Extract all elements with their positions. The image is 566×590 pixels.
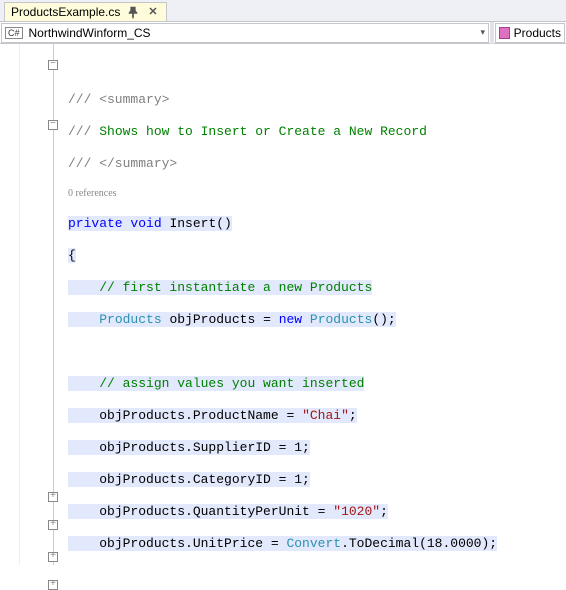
line: /// </summary> — [68, 156, 558, 172]
fold-toggle[interactable]: + — [48, 520, 58, 530]
line: objProducts.CategoryID = 1; — [68, 472, 558, 488]
line — [68, 60, 558, 76]
line — [68, 344, 558, 360]
navigation-bar: C# NorthwindWinform_CS ▾ Products — [0, 22, 566, 44]
fold-toggle[interactable]: + — [48, 580, 58, 590]
line: { — [68, 248, 558, 264]
member-text: Products — [514, 26, 561, 40]
member-dropdown[interactable]: Products — [495, 23, 565, 43]
codelens[interactable]: 0 references — [68, 188, 558, 200]
namespace-dropdown[interactable]: C# NorthwindWinform_CS ▾ — [1, 23, 489, 43]
fold-toggle[interactable]: + — [48, 552, 58, 562]
line: objProducts.UnitPrice = Convert.ToDecima… — [68, 536, 558, 552]
close-icon[interactable]: ✕ — [146, 7, 159, 18]
chevron-down-icon: ▾ — [480, 27, 485, 38]
line: objProducts.ProductName = "Chai"; — [68, 408, 558, 424]
fold-toggle[interactable]: − — [48, 60, 58, 70]
line: // assign values you want inserted — [68, 376, 558, 392]
fold-toggle[interactable]: − — [48, 120, 58, 130]
line: /// Shows how to Insert or Create a New … — [68, 124, 558, 140]
cs-badge-icon: C# — [5, 27, 23, 39]
namespace-text: NorthwindWinform_CS — [29, 26, 151, 40]
file-tab[interactable]: ProductsExample.cs ✕ — [4, 2, 167, 21]
line: objProducts.QuantityPerUnit = "1020"; — [68, 504, 558, 520]
tab-bar: ProductsExample.cs ✕ — [0, 0, 566, 22]
pin-icon[interactable] — [126, 5, 140, 19]
line: objProducts.SupplierID = 1; — [68, 440, 558, 456]
code-area[interactable]: /// <summary> /// Shows how to Insert or… — [60, 44, 566, 565]
outline-margin — [0, 44, 20, 565]
line: Products objProducts = new Products(); — [68, 312, 558, 328]
divider — [490, 22, 494, 44]
line: /// <summary> — [68, 92, 558, 108]
fold-toggle[interactable]: + — [48, 492, 58, 502]
tab-filename: ProductsExample.cs — [11, 5, 120, 19]
line: private void Insert() — [68, 216, 558, 232]
method-icon — [499, 27, 510, 39]
line: // first instantiate a new Products — [68, 280, 558, 296]
code-editor[interactable]: − − + + + + /// <summary> /// Shows how … — [0, 44, 566, 565]
gutter: − − + + + + — [20, 44, 60, 565]
